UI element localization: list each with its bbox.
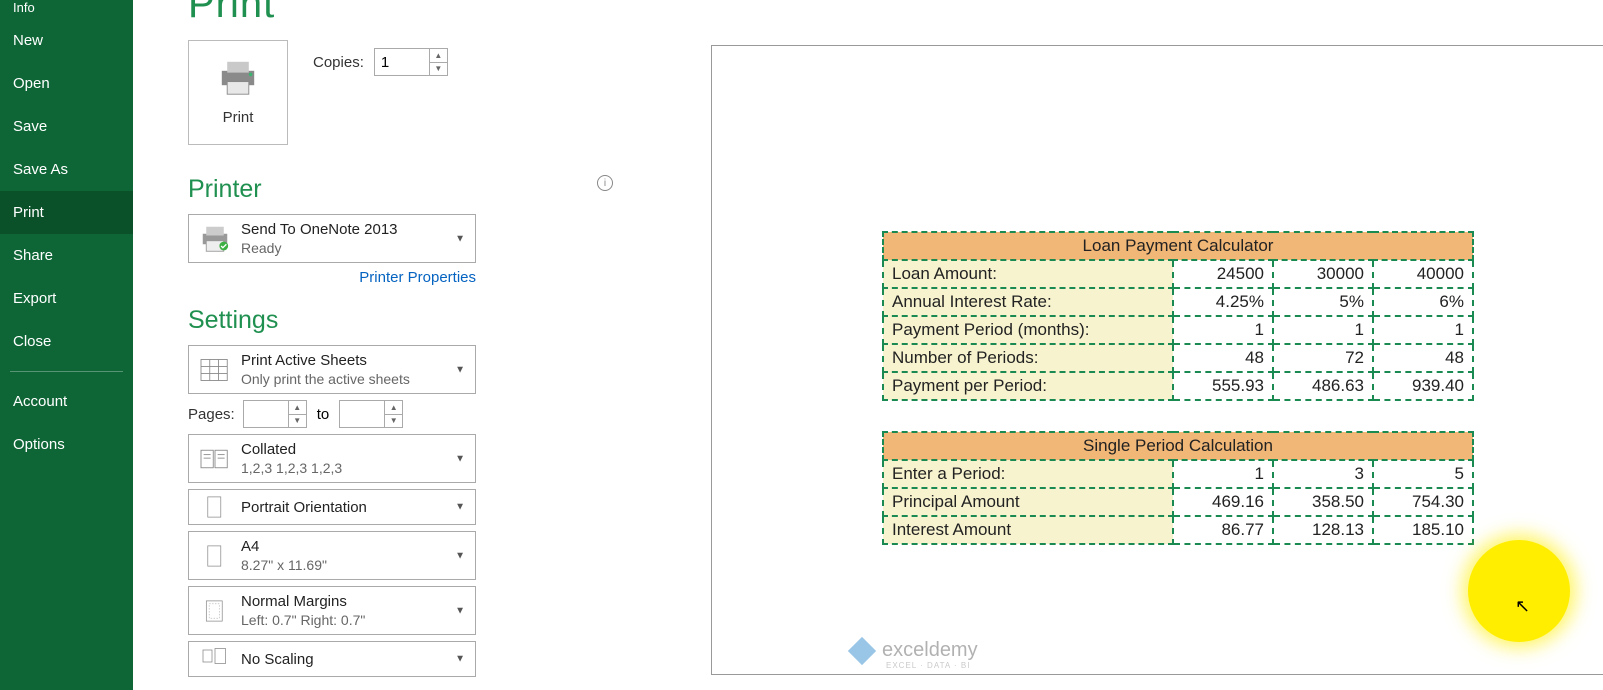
table1-title: Loan Payment Calculator [883, 232, 1473, 260]
copies-label: Copies: [313, 54, 364, 71]
chevron-down-icon: ▼ [455, 233, 465, 244]
printer-properties-link[interactable]: Printer Properties [188, 269, 476, 286]
chevron-down-icon: ▼ [455, 654, 465, 665]
paper-line2: 8.27" x 11.69" [241, 557, 467, 573]
sidebar-item-new[interactable]: New [0, 19, 133, 62]
collate-icon [197, 443, 233, 475]
backstage-sidebar: Info New Open Save Save As Print Share E… [0, 0, 133, 690]
printer-name: Send To OneNote 2013 [241, 221, 467, 238]
pages-to-spinner[interactable]: ▲▼ [339, 400, 403, 428]
chevron-down-icon: ▼ [455, 502, 465, 513]
sidebar-item-print[interactable]: Print [0, 191, 133, 234]
pages-to-down[interactable]: ▼ [385, 415, 402, 428]
pages-to-input[interactable] [340, 401, 384, 427]
watermark-brand: exceldemy [882, 639, 978, 662]
printer-info-icon[interactable]: i [597, 175, 613, 191]
printer-select[interactable]: Send To OneNote 2013 Ready ▼ [188, 214, 476, 263]
print-what-line1: Print Active Sheets [241, 352, 467, 369]
sidebar-item-open[interactable]: Open [0, 62, 133, 105]
printer-status: Ready [241, 240, 467, 256]
copies-input[interactable] [375, 49, 429, 75]
paper-icon [197, 540, 233, 572]
pages-from-down[interactable]: ▼ [289, 415, 306, 428]
portrait-icon [197, 491, 233, 523]
chevron-down-icon: ▼ [455, 550, 465, 561]
pages-from-spinner[interactable]: ▲▼ [243, 400, 307, 428]
copies-spinner[interactable]: ▲ ▼ [374, 48, 448, 76]
sidebar-item-options[interactable]: Options [0, 423, 133, 466]
watermark: exceldemy EXCEL · DATA · BI [852, 639, 978, 662]
chevron-down-icon: ▼ [455, 453, 465, 464]
preview-table-2: Single Period Calculation Enter a Period… [882, 431, 1474, 545]
print-what-line2: Only print the active sheets [241, 371, 467, 387]
chevron-down-icon: ▼ [455, 364, 465, 375]
collate-select[interactable]: Collated 1,2,3 1,2,3 1,2,3 ▼ [188, 434, 476, 483]
printer-heading: Printer [188, 175, 618, 204]
print-button-label: Print [223, 109, 254, 126]
margins-line2: Left: 0.7" Right: 0.7" [241, 612, 467, 628]
chevron-down-icon: ▼ [455, 605, 465, 616]
pages-from-up[interactable]: ▲ [289, 401, 306, 415]
pages-label: Pages: [188, 406, 235, 423]
settings-heading: Settings [188, 306, 618, 335]
highlight-circle [1468, 540, 1570, 642]
scaling-line1: No Scaling [241, 652, 467, 667]
sidebar-item-info[interactable]: Info [0, 0, 133, 19]
printer-icon [216, 60, 260, 101]
copies-down[interactable]: ▼ [430, 63, 447, 76]
pages-to-label: to [317, 406, 330, 423]
margins-line1: Normal Margins [241, 593, 467, 610]
sheets-icon [197, 354, 233, 386]
sidebar-item-export[interactable]: Export [0, 277, 133, 320]
paper-line1: A4 [241, 538, 467, 555]
sidebar-item-saveas[interactable]: Save As [0, 148, 133, 191]
paper-size-select[interactable]: A4 8.27" x 11.69" ▼ [188, 531, 476, 580]
print-what-select[interactable]: Print Active Sheets Only print the activ… [188, 345, 476, 394]
sidebar-item-save[interactable]: Save [0, 105, 133, 148]
table2-title: Single Period Calculation [883, 432, 1473, 460]
collate-line1: Collated [241, 441, 467, 458]
print-button[interactable]: Print [188, 40, 288, 145]
sidebar-item-account[interactable]: Account [0, 380, 133, 423]
sidebar-item-close[interactable]: Close [0, 320, 133, 363]
page-title: Print [188, 0, 1603, 27]
scaling-icon [197, 643, 233, 675]
scaling-select[interactable]: No Scaling ▼ [188, 641, 476, 677]
orientation-select[interactable]: Portrait Orientation ▼ [188, 489, 476, 525]
copies-up[interactable]: ▲ [430, 49, 447, 63]
printer-device-icon [197, 223, 233, 255]
preview-table-1: Loan Payment Calculator Loan Amount:2450… [882, 231, 1474, 401]
pages-from-input[interactable] [244, 401, 288, 427]
sidebar-divider [10, 371, 123, 372]
orientation-line1: Portrait Orientation [241, 500, 467, 515]
margins-icon [197, 595, 233, 627]
pages-to-up[interactable]: ▲ [385, 401, 402, 415]
watermark-logo-icon [848, 636, 876, 664]
collate-line2: 1,2,3 1,2,3 1,2,3 [241, 460, 467, 476]
sidebar-item-share[interactable]: Share [0, 234, 133, 277]
margins-select[interactable]: Normal Margins Left: 0.7" Right: 0.7" ▼ [188, 586, 476, 635]
watermark-tagline: EXCEL · DATA · BI [886, 661, 970, 670]
